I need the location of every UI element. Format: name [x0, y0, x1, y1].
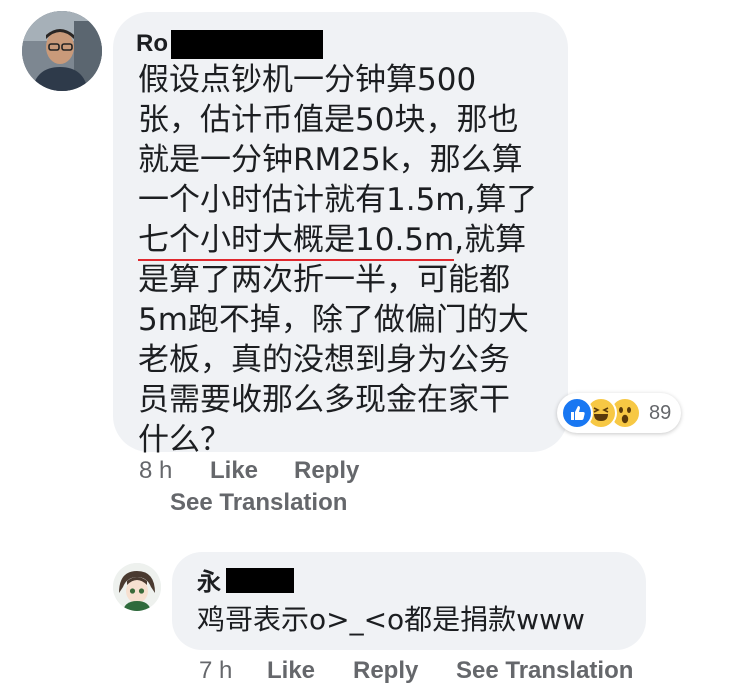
comment-line: 假设点钞机一分钟算500	[138, 62, 477, 98]
reaction-summary[interactable]: 89	[557, 393, 682, 433]
like-button[interactable]: Like	[267, 656, 315, 686]
like-icon	[561, 397, 593, 429]
reply-text: 鸡哥表示o>_<o都是捐款www	[197, 603, 585, 636]
reply-avatar[interactable]	[113, 563, 161, 611]
comment-line: 5m跑不掉，除了做偏门的大	[138, 302, 529, 338]
comment-line-rest: ,就算	[454, 222, 527, 258]
reaction-count: 89	[649, 401, 672, 424]
comment-line: 员需要收那么多现金在家干	[138, 382, 510, 418]
comment-line: 一个小时估计就有1.5m,算了	[138, 182, 538, 218]
redaction-bar	[226, 568, 294, 593]
commenter-avatar[interactable]	[22, 11, 102, 91]
reply-button[interactable]: Reply	[353, 656, 418, 686]
profile-photo-icon	[22, 11, 102, 91]
comment-line: 是算了两次折一半，可能都	[138, 262, 510, 298]
redaction-bar	[171, 30, 323, 59]
comment-line: 什么？	[138, 422, 231, 458]
comment-line: 七个小时大概是10.5m,就算	[138, 220, 550, 261]
comment-timestamp[interactable]: 8 h	[139, 456, 172, 486]
reply-button[interactable]: Reply	[294, 456, 359, 486]
comment-text: 假设点钞机一分钟算500 张，估计币值是50块，那也 就是一分钟RM25k，那么…	[138, 60, 550, 460]
comment-line: 就是一分钟RM25k，那么算	[138, 142, 523, 178]
reply-timestamp[interactable]: 7 h	[199, 656, 232, 686]
like-button[interactable]: Like	[210, 456, 258, 486]
red-underlined-text: 七个小时大概是10.5m	[138, 222, 455, 261]
see-translation-link[interactable]: See Translation	[170, 488, 347, 518]
comment-line: 张，估计币值是50块，那也	[138, 102, 519, 138]
comment-author-name[interactable]: Ro	[136, 30, 168, 58]
see-translation-link[interactable]: See Translation	[456, 656, 633, 686]
reply-author-name[interactable]: 永	[197, 568, 221, 596]
anime-avatar-icon	[113, 563, 161, 611]
comment-line: 老板，真的没想到身为公务	[138, 342, 510, 378]
